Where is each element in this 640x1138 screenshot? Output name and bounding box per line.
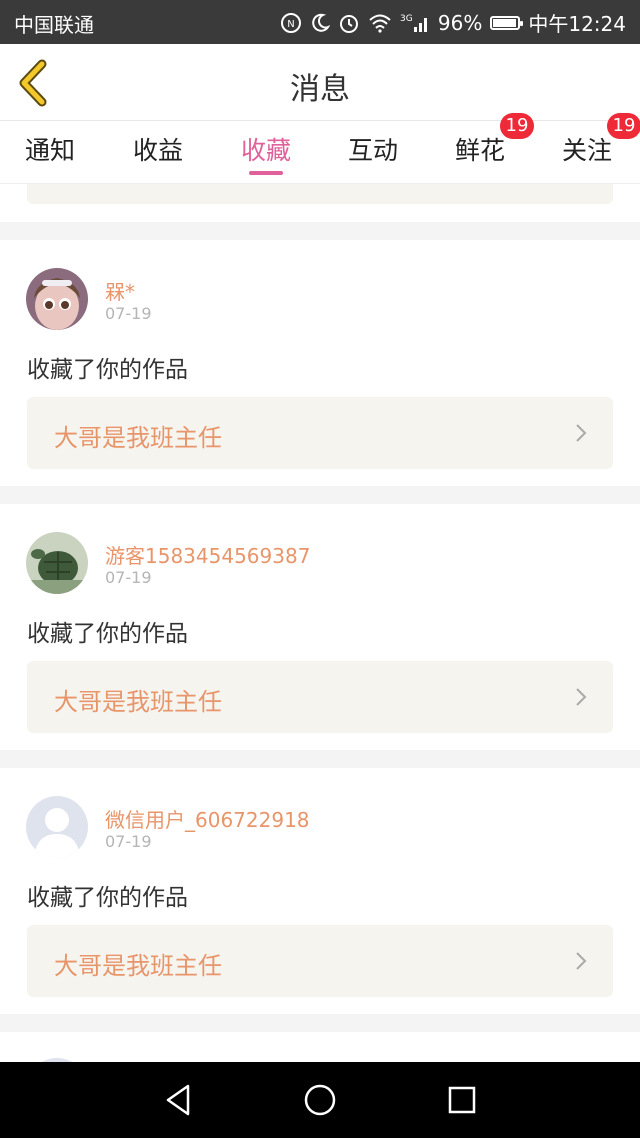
signal-icon: 3G [400, 12, 430, 34]
message-text: 收藏了你的作品 [27, 885, 188, 911]
battery-percent: 96% [437, 10, 483, 35]
avatar[interactable] [26, 532, 88, 594]
message-date: 07-19 [105, 304, 152, 323]
work-link[interactable] [27, 184, 613, 204]
list-item [0, 184, 640, 222]
active-tab-indicator [249, 171, 283, 175]
username[interactable]: 微信用户_606722918 [105, 804, 310, 833]
home-circle-icon[interactable] [302, 1082, 338, 1118]
chevron-right-icon [576, 424, 587, 442]
battery-icon [490, 15, 524, 30]
message-date: 07-19 [105, 832, 152, 851]
tab-favorites[interactable]: 收藏 [241, 131, 291, 167]
message-text: 收藏了你的作品 [27, 621, 188, 647]
message-date: 07-19 [105, 568, 152, 587]
tab-interactions[interactable]: 互动 [348, 131, 398, 167]
avatar[interactable] [26, 268, 88, 330]
carrier-name: 中国联通 [14, 13, 94, 37]
flowers-badge: 19 [500, 113, 534, 139]
tab-flowers[interactable]: 鲜花 [455, 131, 505, 167]
back-triangle-icon[interactable] [162, 1082, 194, 1118]
svg-text:N: N [287, 19, 294, 30]
status-bar: 中国联通 N 3G 96% 中午12:24 [0, 0, 640, 44]
list-item [0, 1032, 640, 1062]
username[interactable]: 槑* [105, 276, 135, 305]
work-link[interactable]: 大哥是我班主任 [27, 661, 613, 733]
work-title: 大哥是我班主任 [54, 688, 222, 716]
work-link[interactable]: 大哥是我班主任 [27, 925, 613, 997]
header: 消息 [0, 44, 640, 121]
message-list[interactable]: 槑* 07-19 收藏了你的作品 大哥是我班主任 游客1583454569387… [0, 184, 640, 1062]
message-text: 收藏了你的作品 [27, 357, 188, 383]
page-title: 消息 [290, 72, 350, 107]
wifi-icon [368, 13, 392, 33]
list-item: 游客1583454569387 07-19 收藏了你的作品 大哥是我班主任 [0, 504, 640, 750]
work-title: 大哥是我班主任 [54, 424, 222, 452]
following-badge: 19 [607, 113, 640, 139]
clock: 中午12:24 [528, 12, 626, 36]
username[interactable]: 游客1583454569387 [105, 540, 310, 569]
system-nav-bar [0, 1062, 640, 1138]
status-icons: N 3G 96% 中午12:24 [280, 8, 626, 37]
tab-bar: 通知 收益 收藏 互动 鲜花 关注 19 19 [0, 113, 640, 184]
nfc-icon: N [280, 12, 302, 34]
list-item: 槑* 07-19 收藏了你的作品 大哥是我班主任 [0, 240, 640, 486]
list-item: 微信用户_606722918 07-19 收藏了你的作品 大哥是我班主任 [0, 768, 640, 1014]
chevron-right-icon [576, 688, 587, 706]
alarm-icon [338, 12, 360, 34]
recents-square-icon[interactable] [446, 1082, 478, 1118]
work-link[interactable]: 大哥是我班主任 [27, 397, 613, 469]
chevron-right-icon [576, 952, 587, 970]
work-title: 大哥是我班主任 [54, 952, 222, 980]
default-user-icon [26, 796, 88, 858]
network-type: 3G [400, 14, 413, 24]
moon-icon [310, 13, 330, 33]
tab-following[interactable]: 关注 [562, 131, 612, 167]
tab-earnings[interactable]: 收益 [133, 131, 183, 167]
tab-notifications[interactable]: 通知 [25, 131, 75, 167]
avatar[interactable] [26, 796, 88, 858]
